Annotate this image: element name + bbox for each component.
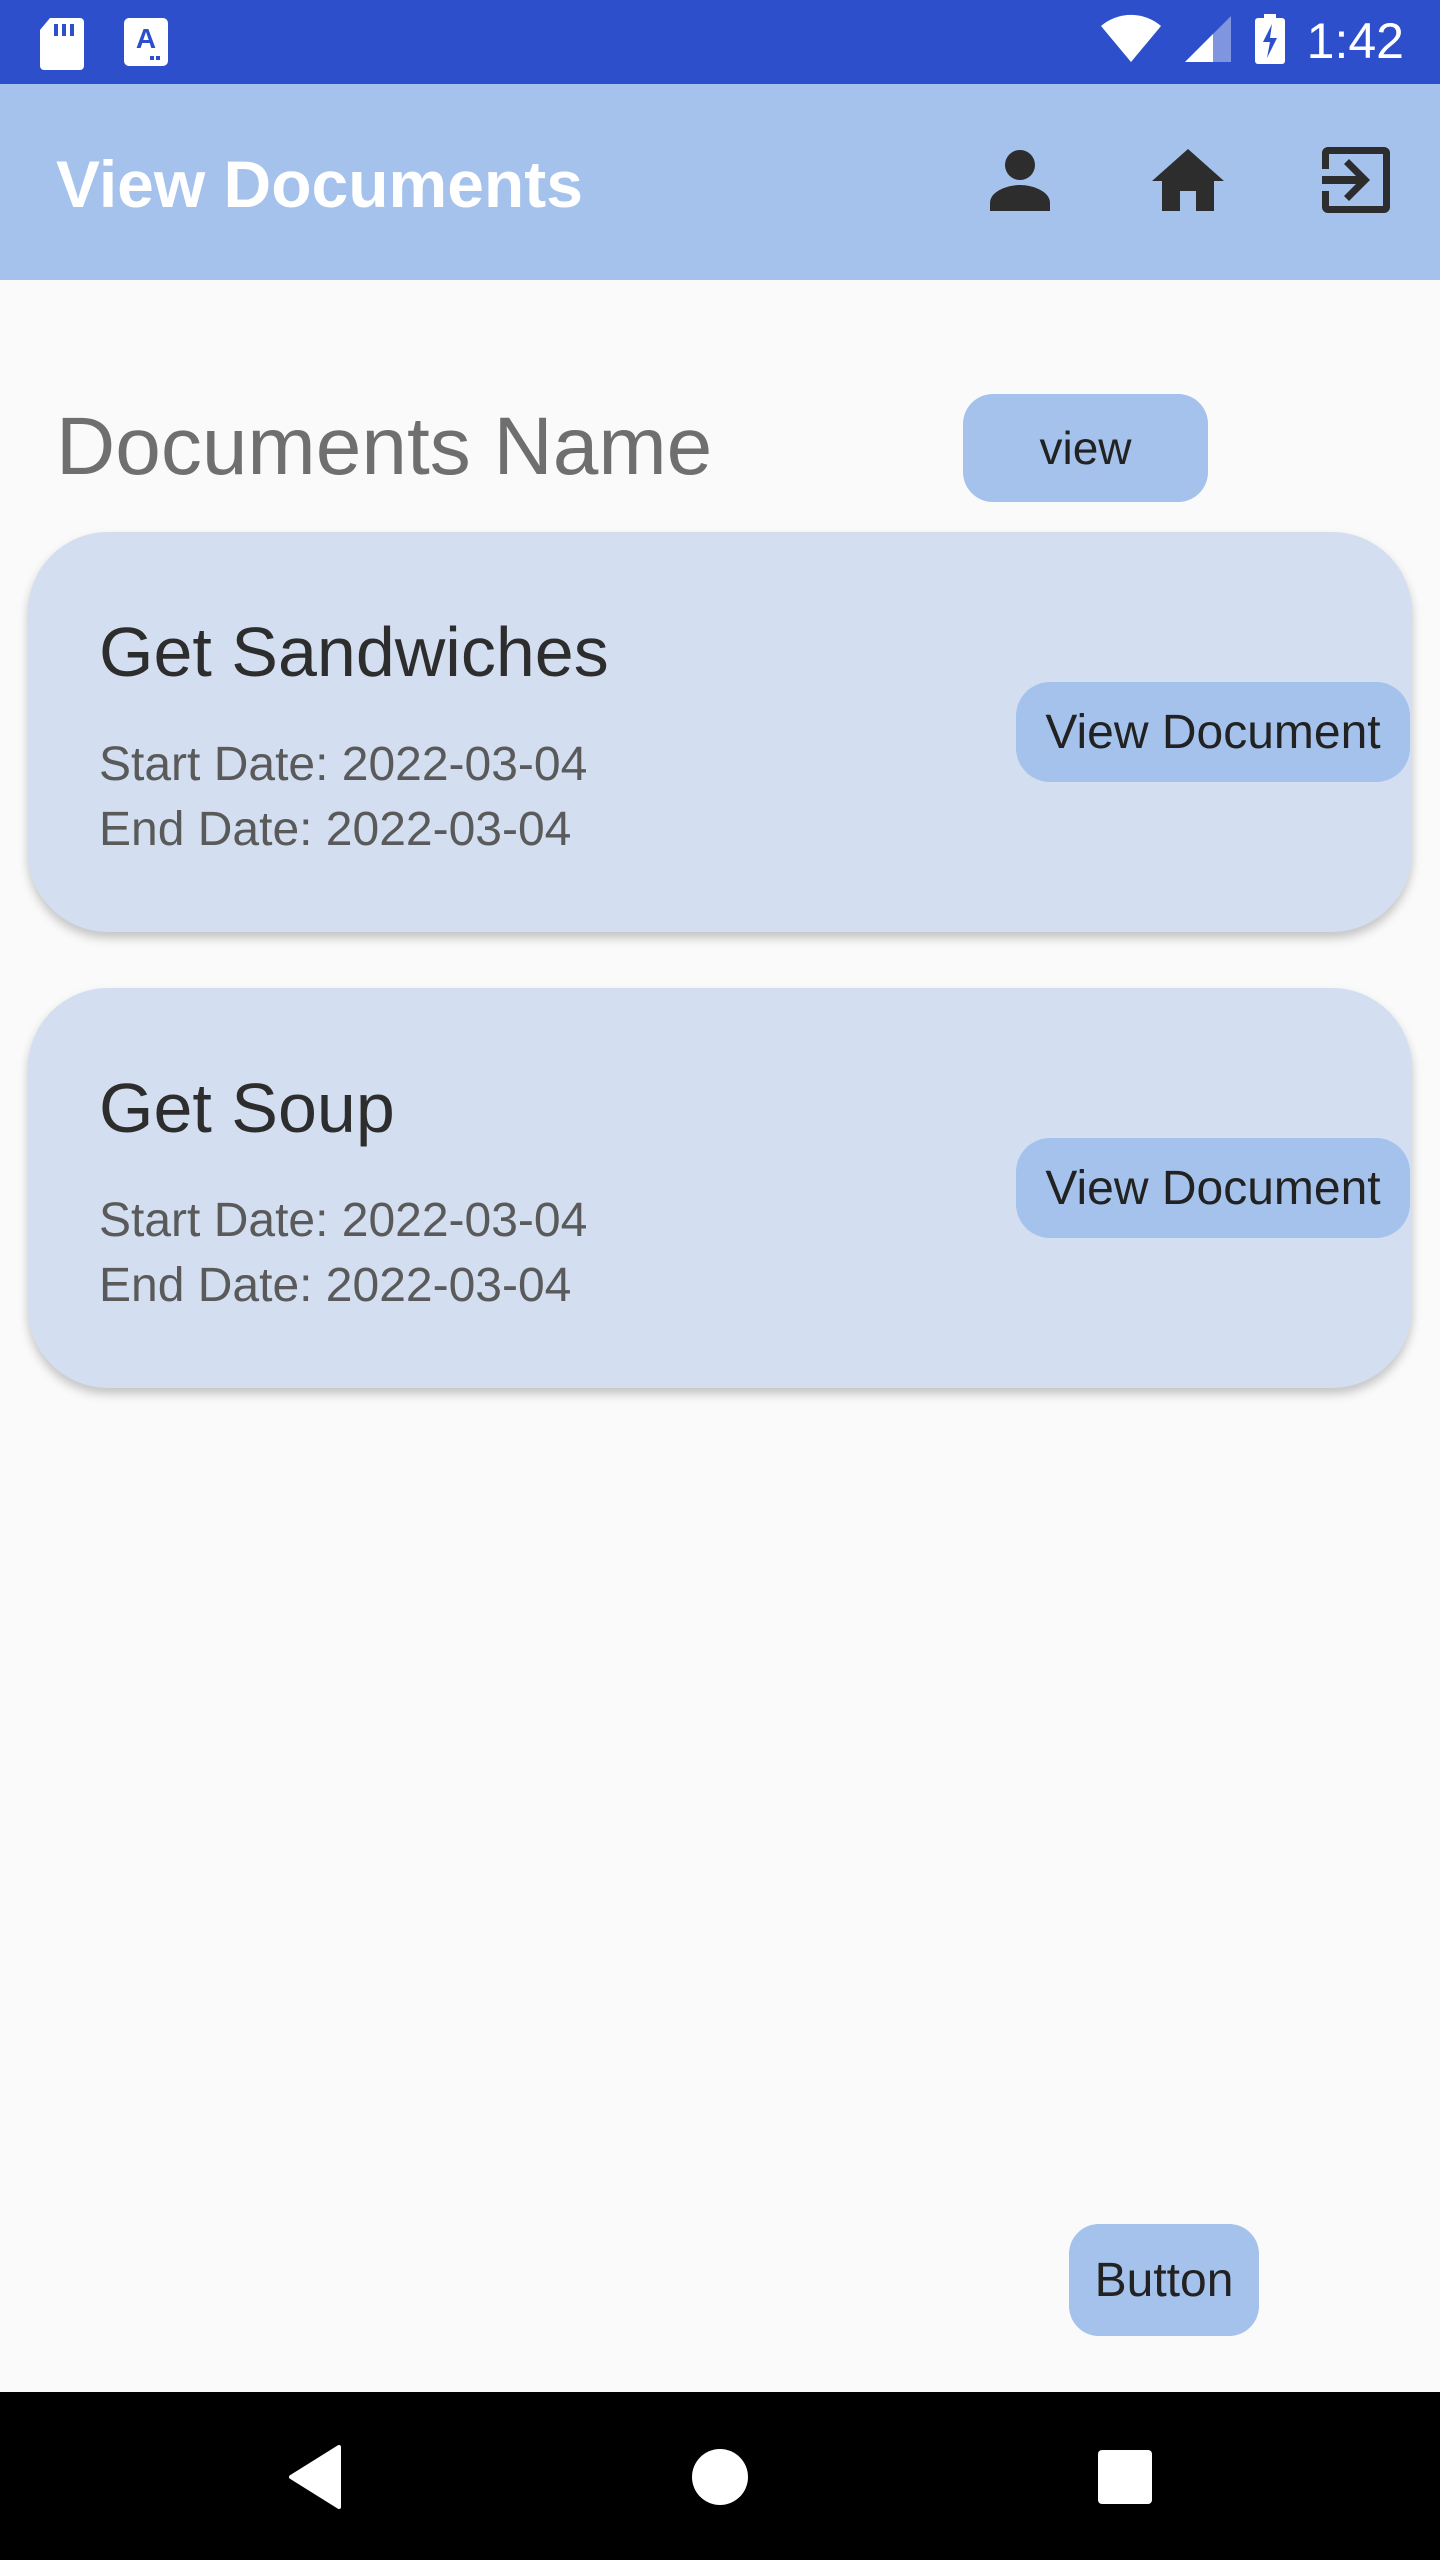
wifi-icon (1100, 14, 1161, 69)
logout-icon (1322, 146, 1390, 218)
nav-recents-button[interactable] (1080, 2434, 1170, 2524)
home-circle-icon (691, 2448, 749, 2511)
document-title: Get Soup (99, 1069, 395, 1147)
battery-charging-icon (1254, 13, 1285, 69)
document-end-date: End Date: 2022-03-04 (99, 1259, 572, 1312)
home-icon (1152, 148, 1224, 216)
person-icon (990, 149, 1050, 216)
system-nav-bar (0, 2392, 1440, 2560)
document-start-date: Start Date: 2022-03-04 (99, 738, 588, 791)
status-bar-left: A (40, 18, 168, 75)
document-title: Get Sandwiches (99, 613, 609, 691)
page-title: View Documents (56, 147, 583, 221)
view-document-button[interactable]: View Document (1016, 682, 1410, 782)
svg-text:A: A (136, 23, 156, 54)
back-icon (287, 2444, 343, 2514)
recents-icon (1098, 2449, 1152, 2509)
document-card: Get Sandwiches Start Date: 2022-03-04 En… (28, 532, 1412, 932)
app-bar: View Documents (0, 84, 1440, 280)
documents-name-label: Documents Name (56, 401, 713, 492)
status-time: 1:42 (1306, 13, 1404, 69)
view-button[interactable]: view (963, 394, 1208, 502)
signal-icon (1183, 14, 1233, 69)
keyboard-a-icon: A (124, 18, 168, 75)
status-bar-right: 1:42 (1100, 12, 1404, 70)
document-start-date: Start Date: 2022-03-04 (99, 1194, 588, 1247)
status-bar: A 1:42 (0, 0, 1440, 84)
profile-button[interactable] (980, 142, 1060, 222)
document-card: Get Soup Start Date: 2022-03-04 End Date… (28, 988, 1412, 1388)
nav-home-button[interactable] (675, 2434, 765, 2524)
view-document-button[interactable]: View Document (1016, 1138, 1410, 1238)
home-button[interactable] (1148, 142, 1228, 222)
generic-button[interactable]: Button (1069, 2224, 1259, 2336)
logout-button[interactable] (1316, 142, 1396, 222)
document-end-date: End Date: 2022-03-04 (99, 803, 572, 856)
sd-card-icon (40, 18, 84, 75)
nav-back-button[interactable] (270, 2434, 360, 2524)
